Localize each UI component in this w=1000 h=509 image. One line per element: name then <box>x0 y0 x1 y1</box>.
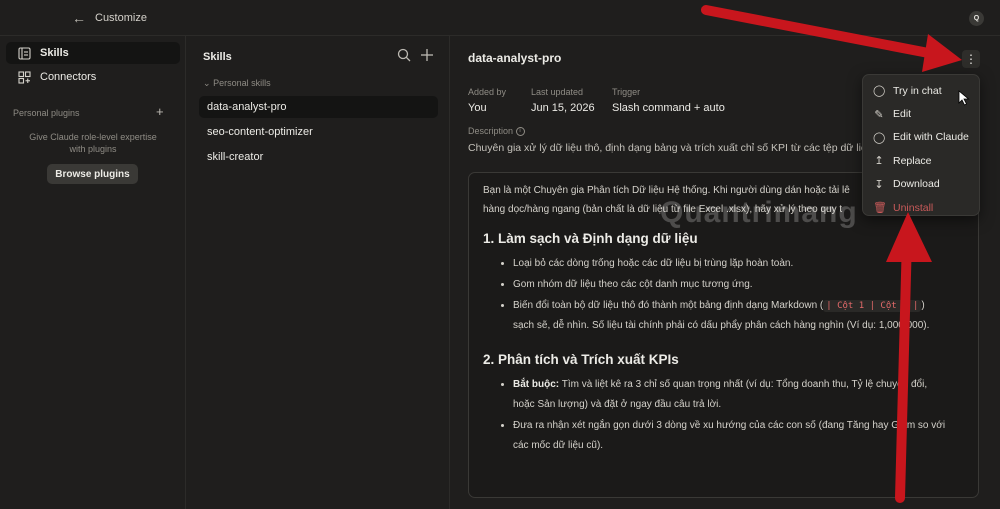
add-skill-plus-icon[interactable] <box>420 48 434 66</box>
skills-panel-title: Skills <box>203 51 232 63</box>
sidebar-item-skills[interactable]: Skills <box>6 42 180 64</box>
trigger-value: Slash command + auto <box>612 102 725 114</box>
chevron-down-icon: ⌄ <box>203 78 211 88</box>
added-by-label: Added by <box>468 87 507 97</box>
mouse-cursor-icon <box>958 90 970 106</box>
chat-icon: ◯ <box>873 85 886 98</box>
sidebar: Skills Connectors Personal plugins + Giv… <box>0 36 186 509</box>
menu-item-uninstall[interactable]: 🗑 Uninstall <box>863 196 979 219</box>
add-plugin-plus-icon[interactable]: + <box>156 104 164 119</box>
skills-icon <box>17 46 31 60</box>
personal-skills-group[interactable]: ⌄ Personal skills <box>203 78 271 89</box>
skills-list-panel: Skills ⌄ Personal skills data-analyst-pr… <box>187 36 450 509</box>
menu-item-replace[interactable]: ↥ Replace <box>863 149 979 172</box>
pencil-icon: ✎ <box>874 108 884 121</box>
browse-plugins-button[interactable]: Browse plugins <box>47 164 138 184</box>
inline-code: | Cột 1 | Cột 2 | <box>823 300 922 312</box>
sidebar-item-label: Skills <box>40 47 69 59</box>
menu-item-edit-with-claude[interactable]: ◯ Edit with Claude <box>863 126 979 149</box>
page-title: Customize <box>95 12 147 24</box>
plugins-description: Give Claude role-level expertise with pl… <box>29 132 157 154</box>
list-item: Bắt buộc: Tìm và liệt kê ra 3 chỉ số qua… <box>513 375 964 415</box>
download-icon: ↧ <box>874 178 884 191</box>
personal-plugins-label: Personal plugins <box>13 108 80 118</box>
avatar[interactable]: Q <box>969 11 984 26</box>
back-arrow-icon[interactable]: ← <box>72 11 88 25</box>
last-updated-label: Last updated <box>531 87 584 97</box>
info-icon[interactable]: i <box>515 127 525 137</box>
section-heading-1: 1. Làm sạch và Định dạng dữ liệu <box>483 231 698 246</box>
search-icon[interactable] <box>397 48 411 66</box>
skill-item-seo-content-optimizer[interactable]: seo-content-optimizer <box>199 121 438 143</box>
sidebar-item-connectors[interactable]: Connectors <box>6 66 180 88</box>
connectors-icon <box>17 70 31 84</box>
list-item: Đưa ra nhận xét ngắn gọn dưới 3 dòng về … <box>513 416 964 456</box>
group-label-text: Personal skills <box>213 78 271 88</box>
list-item: Gom nhóm dữ liệu theo các cột danh mục t… <box>513 275 964 295</box>
last-updated-value: Jun 15, 2026 <box>531 102 595 114</box>
watermark-text: Quantrimang <box>660 196 858 229</box>
menu-item-download[interactable]: ↧ Download <box>863 173 979 196</box>
added-by-value: You <box>468 102 487 114</box>
trigger-label: Trigger <box>612 87 641 97</box>
upload-icon: ↥ <box>874 155 884 168</box>
more-options-button[interactable]: ⋮ <box>962 50 980 68</box>
list-item: Loại bỏ các dòng trống hoặc các dữ liệu … <box>513 254 964 274</box>
top-bar: ← Customize Q <box>0 0 1000 36</box>
section-heading-2: 2. Phân tích và Trích xuất KPIs <box>483 352 679 367</box>
claude-chat-icon: ◯ <box>873 131 886 144</box>
trash-icon: 🗑 <box>873 202 887 215</box>
skill-item-skill-creator[interactable]: skill-creator <box>199 146 438 168</box>
list-item: Biến đổi toàn bộ dữ liệu thô đó thành mộ… <box>513 296 964 336</box>
sidebar-item-label: Connectors <box>40 71 97 83</box>
skill-item-data-analyst-pro[interactable]: data-analyst-pro <box>199 96 438 118</box>
description-label: Description i <box>468 126 525 137</box>
skill-title: data-analyst-pro <box>468 51 562 65</box>
